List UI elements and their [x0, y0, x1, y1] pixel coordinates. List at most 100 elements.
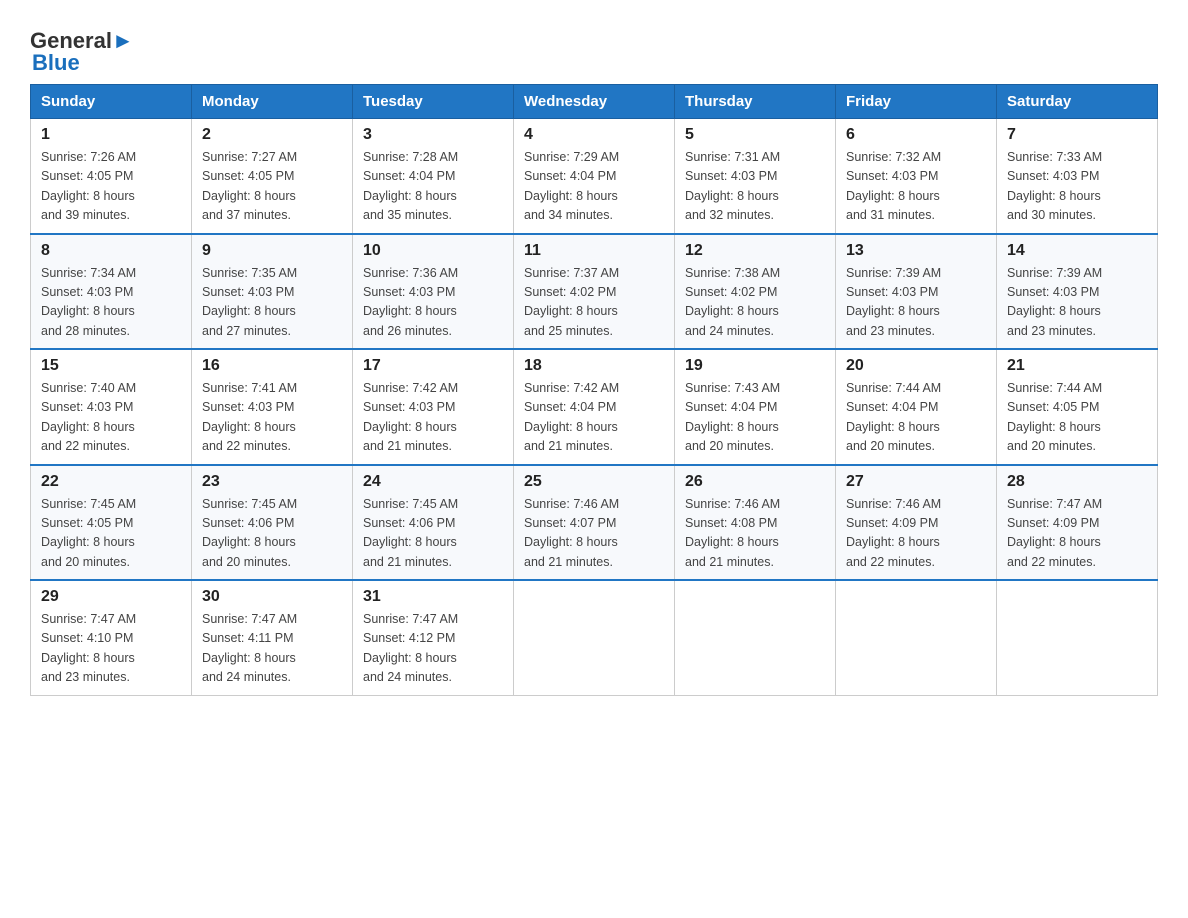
day-number: 26: [685, 473, 825, 491]
table-row: 13Sunrise: 7:39 AMSunset: 4:03 PMDayligh…: [836, 234, 997, 350]
day-info: Sunrise: 7:34 AMSunset: 4:03 PMDaylight:…: [41, 264, 181, 342]
day-number: 29: [41, 588, 181, 606]
day-number: 5: [685, 126, 825, 144]
calendar-week-row: 15 Sunrise: 7:40 AMSunset: 4:03 PMDayligh…: [31, 349, 1158, 465]
day-info: Sunrise: 7:35 AMSunset: 4:03 PMDaylight:…: [202, 264, 342, 342]
day-info: Sunrise: 7:39 AMSunset: 4:03 PMDaylight:…: [1007, 264, 1147, 342]
day-info: Sunrise: 7:47 AMSunset: 4:09 PMDaylight:…: [1007, 495, 1147, 573]
table-row: 12 Sunrise: 7:38 AMSunset: 4:02 PMDayligh…: [675, 234, 836, 350]
table-row: 16 Sunrise: 7:41 AMSunset: 4:03 PMDayligh…: [192, 349, 353, 465]
table-row: 25 Sunrise: 7:46 AMSunset: 4:07 PMDayligh…: [514, 465, 675, 581]
day-info: Sunrise: 7:45 AMSunset: 4:05 PMDaylight:…: [41, 495, 181, 573]
day-info: Sunrise: 7:43 AMSunset: 4:04 PMDaylight:…: [685, 379, 825, 457]
calendar-week-row: 8Sunrise: 7:34 AMSunset: 4:03 PMDaylight…: [31, 234, 1158, 350]
table-row: 19 Sunrise: 7:43 AMSunset: 4:04 PMDayligh…: [675, 349, 836, 465]
day-number: 2: [202, 126, 342, 144]
day-info: Sunrise: 7:36 AMSunset: 4:03 PMDaylight:…: [363, 264, 503, 342]
day-number: 25: [524, 473, 664, 491]
table-row: 8Sunrise: 7:34 AMSunset: 4:03 PMDaylight…: [31, 234, 192, 350]
day-info: Sunrise: 7:44 AMSunset: 4:04 PMDaylight:…: [846, 379, 986, 457]
day-info: Sunrise: 7:39 AMSunset: 4:03 PMDaylight:…: [846, 264, 986, 342]
col-wednesday: Wednesday: [514, 85, 675, 119]
table-row: 29 Sunrise: 7:47 AMSunset: 4:10 PMDayligh…: [31, 580, 192, 695]
table-row: 6Sunrise: 7:32 AMSunset: 4:03 PMDaylight…: [836, 119, 997, 234]
page-header: General► Blue: [30, 20, 1158, 74]
day-info: Sunrise: 7:29 AMSunset: 4:04 PMDaylight:…: [524, 148, 664, 226]
table-row: 10 Sunrise: 7:36 AMSunset: 4:03 PMDayligh…: [353, 234, 514, 350]
day-number: 24: [363, 473, 503, 491]
col-monday: Monday: [192, 85, 353, 119]
day-number: 23: [202, 473, 342, 491]
day-number: 10: [363, 242, 503, 260]
day-number: 12: [685, 242, 825, 260]
table-row: 1 Sunrise: 7:26 AMSunset: 4:05 PMDaylight…: [31, 119, 192, 234]
col-sunday: Sunday: [31, 85, 192, 119]
calendar-week-row: 1 Sunrise: 7:26 AMSunset: 4:05 PMDaylight…: [31, 119, 1158, 234]
day-number: 17: [363, 357, 503, 375]
table-row: 20 Sunrise: 7:44 AMSunset: 4:04 PMDayligh…: [836, 349, 997, 465]
day-info: Sunrise: 7:27 AMSunset: 4:05 PMDaylight:…: [202, 148, 342, 226]
day-info: Sunrise: 7:42 AMSunset: 4:04 PMDaylight:…: [524, 379, 664, 457]
day-info: Sunrise: 7:46 AMSunset: 4:09 PMDaylight:…: [846, 495, 986, 573]
day-number: 21: [1007, 357, 1147, 375]
day-number: 3: [363, 126, 503, 144]
calendar-header-row: Sunday Monday Tuesday Wednesday Thursday…: [31, 85, 1158, 119]
day-number: 19: [685, 357, 825, 375]
logo[interactable]: General► Blue: [30, 30, 134, 74]
table-row: 28 Sunrise: 7:47 AMSunset: 4:09 PMDayligh…: [997, 465, 1158, 581]
day-info: Sunrise: 7:45 AMSunset: 4:06 PMDaylight:…: [202, 495, 342, 573]
table-row: 22 Sunrise: 7:45 AMSunset: 4:05 PMDayligh…: [31, 465, 192, 581]
day-info: Sunrise: 7:40 AMSunset: 4:03 PMDaylight:…: [41, 379, 181, 457]
calendar-week-row: 22 Sunrise: 7:45 AMSunset: 4:05 PMDayligh…: [31, 465, 1158, 581]
table-row: 24 Sunrise: 7:45 AMSunset: 4:06 PMDayligh…: [353, 465, 514, 581]
table-row: 21 Sunrise: 7:44 AMSunset: 4:05 PMDayligh…: [997, 349, 1158, 465]
table-row: 11 Sunrise: 7:37 AMSunset: 4:02 PMDayligh…: [514, 234, 675, 350]
table-row: 17 Sunrise: 7:42 AMSunset: 4:03 PMDayligh…: [353, 349, 514, 465]
day-info: Sunrise: 7:38 AMSunset: 4:02 PMDaylight:…: [685, 264, 825, 342]
logo-blue: ►: [112, 28, 134, 53]
day-number: 7: [1007, 126, 1147, 144]
col-tuesday: Tuesday: [353, 85, 514, 119]
day-number: 11: [524, 242, 664, 260]
day-number: 1: [41, 126, 181, 144]
table-row: [997, 580, 1158, 695]
day-info: Sunrise: 7:28 AMSunset: 4:04 PMDaylight:…: [363, 148, 503, 226]
table-row: 2 Sunrise: 7:27 AMSunset: 4:05 PMDaylight…: [192, 119, 353, 234]
day-number: 9: [202, 242, 342, 260]
day-number: 16: [202, 357, 342, 375]
day-number: 30: [202, 588, 342, 606]
table-row: 15 Sunrise: 7:40 AMSunset: 4:03 PMDayligh…: [31, 349, 192, 465]
day-info: Sunrise: 7:45 AMSunset: 4:06 PMDaylight:…: [363, 495, 503, 573]
day-info: Sunrise: 7:47 AMSunset: 4:12 PMDaylight:…: [363, 610, 503, 688]
table-row: [514, 580, 675, 695]
table-row: 3 Sunrise: 7:28 AMSunset: 4:04 PMDaylight…: [353, 119, 514, 234]
day-number: 20: [846, 357, 986, 375]
table-row: 4 Sunrise: 7:29 AMSunset: 4:04 PMDaylight…: [514, 119, 675, 234]
table-row: 5 Sunrise: 7:31 AMSunset: 4:03 PMDaylight…: [675, 119, 836, 234]
table-row: 18 Sunrise: 7:42 AMSunset: 4:04 PMDayligh…: [514, 349, 675, 465]
day-number: 18: [524, 357, 664, 375]
day-info: Sunrise: 7:33 AMSunset: 4:03 PMDaylight:…: [1007, 148, 1147, 226]
day-number: 22: [41, 473, 181, 491]
day-info: Sunrise: 7:47 AMSunset: 4:11 PMDaylight:…: [202, 610, 342, 688]
day-number: 4: [524, 126, 664, 144]
day-number: 14: [1007, 242, 1147, 260]
day-info: Sunrise: 7:46 AMSunset: 4:08 PMDaylight:…: [685, 495, 825, 573]
day-number: 31: [363, 588, 503, 606]
table-row: 23 Sunrise: 7:45 AMSunset: 4:06 PMDayligh…: [192, 465, 353, 581]
day-number: 27: [846, 473, 986, 491]
day-info: Sunrise: 7:46 AMSunset: 4:07 PMDaylight:…: [524, 495, 664, 573]
table-row: 26 Sunrise: 7:46 AMSunset: 4:08 PMDayligh…: [675, 465, 836, 581]
table-row: 30 Sunrise: 7:47 AMSunset: 4:11 PMDayligh…: [192, 580, 353, 695]
table-row: 31 Sunrise: 7:47 AMSunset: 4:12 PMDayligh…: [353, 580, 514, 695]
day-info: Sunrise: 7:44 AMSunset: 4:05 PMDaylight:…: [1007, 379, 1147, 457]
day-number: 6: [846, 126, 986, 144]
day-info: Sunrise: 7:41 AMSunset: 4:03 PMDaylight:…: [202, 379, 342, 457]
day-info: Sunrise: 7:42 AMSunset: 4:03 PMDaylight:…: [363, 379, 503, 457]
day-info: Sunrise: 7:37 AMSunset: 4:02 PMDaylight:…: [524, 264, 664, 342]
day-info: Sunrise: 7:31 AMSunset: 4:03 PMDaylight:…: [685, 148, 825, 226]
day-info: Sunrise: 7:47 AMSunset: 4:10 PMDaylight:…: [41, 610, 181, 688]
day-info: Sunrise: 7:26 AMSunset: 4:05 PMDaylight:…: [41, 148, 181, 226]
day-number: 28: [1007, 473, 1147, 491]
day-number: 15: [41, 357, 181, 375]
